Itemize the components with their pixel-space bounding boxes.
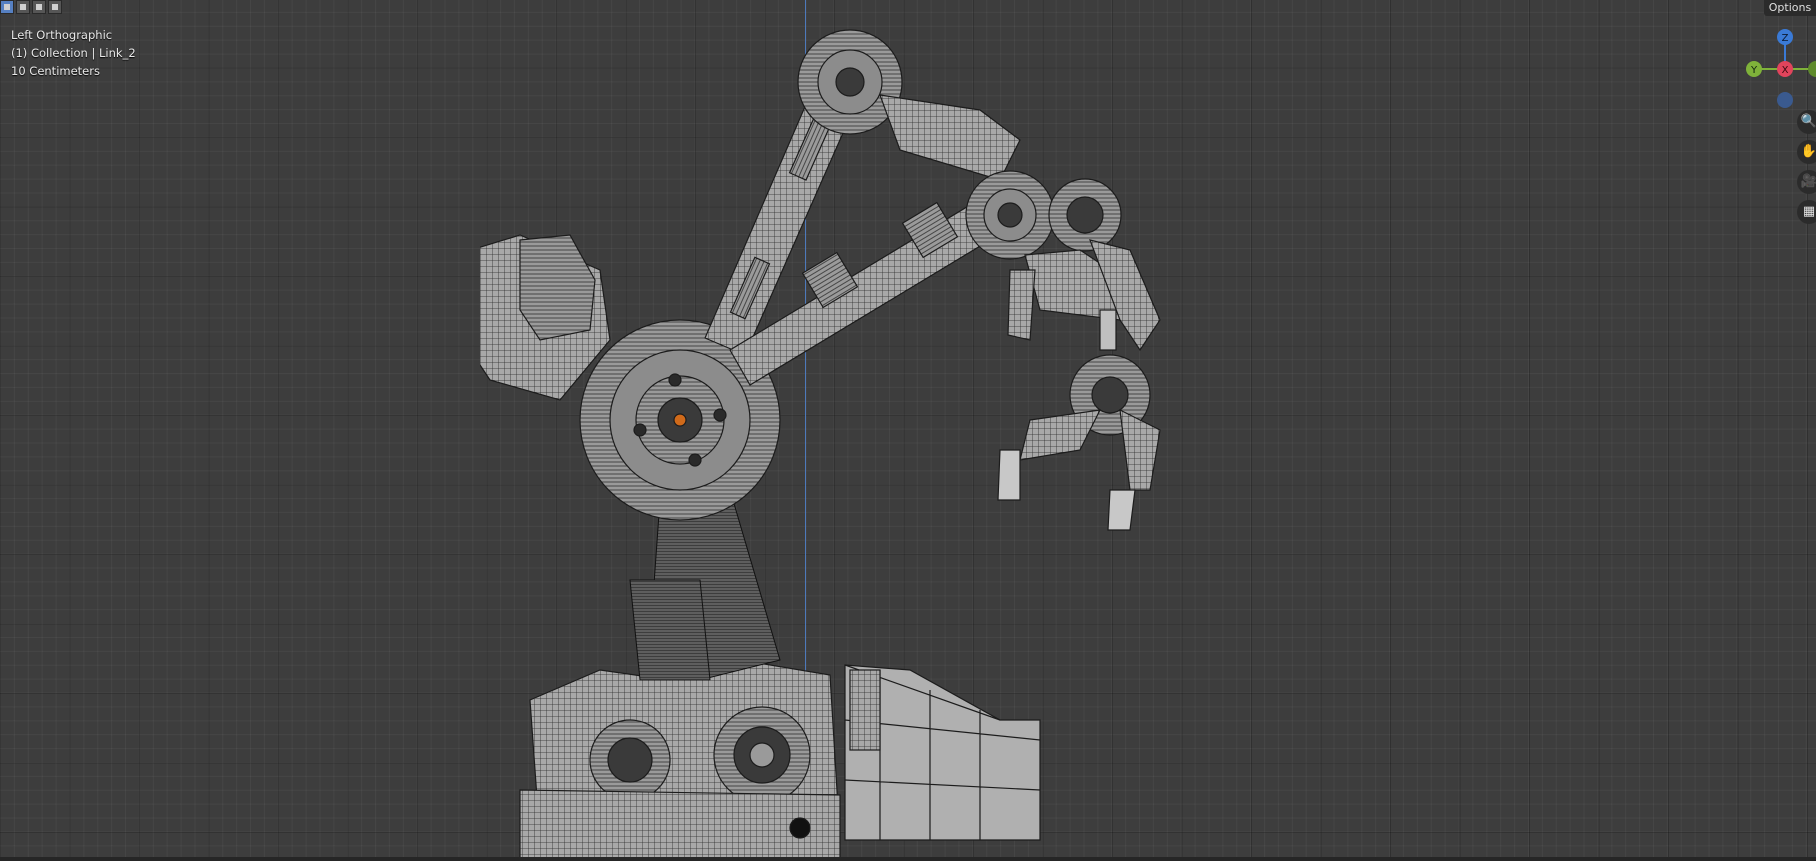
bottom-border: [0, 857, 1816, 861]
select-subtract-icon[interactable]: [32, 0, 46, 14]
robot-arm-mesh[interactable]: [480, 20, 1200, 860]
navigation-gizmo[interactable]: Y X Z: [1740, 20, 1816, 110]
collection-name: (1) Collection | Link_2: [11, 46, 136, 60]
gizmo-neg-z-icon[interactable]: [1777, 92, 1793, 108]
navigation-tools: 🔍 ✋ 🎥 ▦: [1797, 110, 1816, 230]
select-extend-icon[interactable]: [16, 0, 30, 14]
robot-gripper-lower: [997, 354, 1161, 531]
options-button[interactable]: Options: [1764, 0, 1816, 16]
grid-scale: 10 Centimeters: [11, 64, 100, 78]
robot-column: [629, 489, 781, 681]
gizmo-x-label: X: [1782, 65, 1789, 76]
robot-base: [519, 659, 1041, 860]
gizmo-z-label: Z: [1782, 33, 1789, 44]
view-name: Left Orthographic: [11, 28, 113, 42]
gizmo-y-label: Y: [1750, 65, 1758, 76]
select-intersect-icon[interactable]: [48, 0, 62, 14]
zoom-icon[interactable]: 🔍: [1797, 110, 1816, 134]
robot-gripper-upper: [1007, 239, 1161, 352]
gizmo-neg-y-icon[interactable]: [1808, 61, 1816, 77]
pan-hand-icon[interactable]: ✋: [1797, 140, 1816, 164]
select-box-icon[interactable]: [0, 0, 14, 14]
camera-icon[interactable]: 🎥: [1797, 170, 1816, 194]
select-mode-group: [0, 0, 62, 14]
grid-icon[interactable]: ▦: [1797, 200, 1816, 224]
viewport-info: Left Orthographic (1) Collection | Link_…: [11, 26, 136, 80]
